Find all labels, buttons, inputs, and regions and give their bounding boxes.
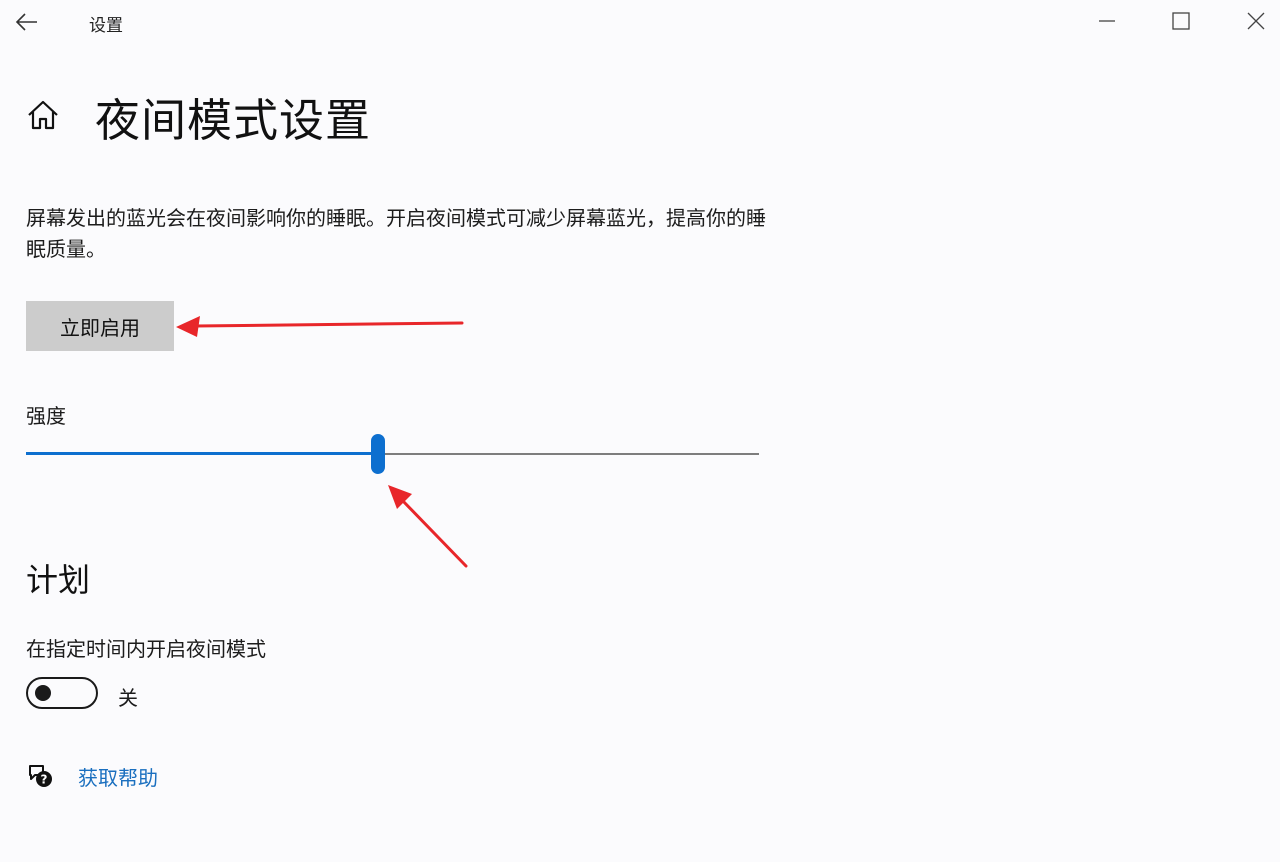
arrow-to-enable-button	[176, 316, 464, 337]
close-button[interactable]	[1233, 4, 1279, 38]
back-button[interactable]	[10, 6, 44, 38]
home-icon	[28, 100, 58, 130]
arrow-to-slider-thumb	[388, 485, 468, 568]
schedule-section-title: 计划	[26, 561, 91, 599]
toggle-state-label: 关	[118, 686, 138, 710]
app-title: 设置	[89, 16, 123, 36]
minimize-icon	[1099, 20, 1115, 22]
settings-window: 设置 夜间模式设置 屏幕发出的蓝光会在夜间影响你的睡眠。开启夜间模式可减少屏幕蓝…	[0, 0, 1280, 862]
enable-now-button[interactable]: 立即启用	[26, 301, 174, 351]
help-icon-wrapper[interactable]: ?	[26, 762, 54, 790]
svg-text:?: ?	[41, 773, 48, 787]
maximize-icon	[1172, 12, 1190, 30]
description-text: 屏幕发出的蓝光会在夜间影响你的睡眠。开启夜间模式可减少屏幕蓝光，提高你的睡眠质量…	[26, 206, 766, 261]
close-icon	[1247, 12, 1265, 30]
schedule-toggle[interactable]	[26, 677, 98, 709]
get-help-link[interactable]: 获取帮助	[78, 762, 158, 791]
strength-label: 强度	[26, 404, 66, 428]
slider-track-filled	[26, 452, 378, 455]
back-arrow-icon	[15, 13, 37, 31]
chat-help-icon: ?	[29, 765, 52, 787]
title-bar: 设置	[0, 0, 1280, 46]
maximize-button[interactable]	[1158, 4, 1204, 38]
strength-slider[interactable]	[26, 432, 759, 476]
toggle-knob	[35, 685, 51, 701]
schedule-label: 在指定时间内开启夜间模式	[26, 637, 266, 661]
home-button[interactable]	[26, 99, 60, 133]
page-title: 夜间模式设置	[95, 94, 372, 147]
minimize-button[interactable]	[1084, 4, 1130, 38]
slider-track-empty	[377, 453, 759, 455]
slider-thumb[interactable]	[370, 434, 385, 474]
